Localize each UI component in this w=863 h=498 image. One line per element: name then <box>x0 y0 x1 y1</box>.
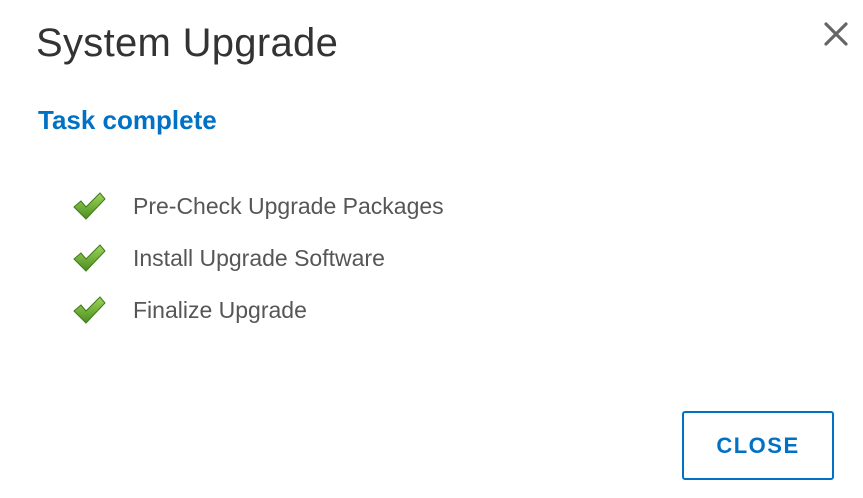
task-status: Task complete <box>38 105 217 135</box>
task-label: Finalize Upgrade <box>133 297 307 323</box>
system-upgrade-dialog: System Upgrade Task complete Pre-Check U… <box>0 0 863 498</box>
checkmark-icon <box>73 244 106 272</box>
close-button[interactable]: CLOSE <box>682 411 834 480</box>
task-item-precheck: Pre-Check Upgrade Packages <box>72 180 444 232</box>
checkmark-icon <box>73 296 106 324</box>
task-label: Pre-Check Upgrade Packages <box>133 193 444 219</box>
dialog-title: System Upgrade <box>36 21 339 65</box>
task-list: Pre-Check Upgrade Packages Install Upgra… <box>72 180 444 336</box>
task-item-install: Install Upgrade Software <box>72 232 444 284</box>
task-label: Install Upgrade Software <box>133 245 385 271</box>
task-item-finalize: Finalize Upgrade <box>72 284 444 336</box>
checkmark-icon <box>73 192 106 220</box>
close-icon[interactable] <box>818 16 854 52</box>
